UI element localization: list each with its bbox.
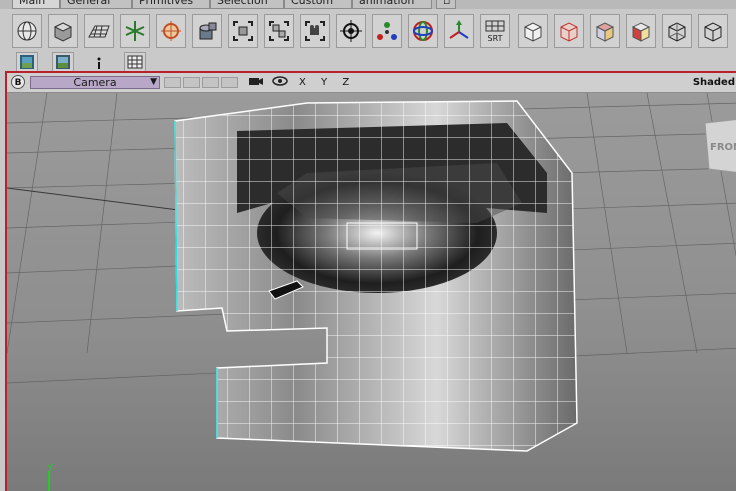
srt-icon[interactable]: SRT: [480, 14, 510, 48]
view-cube-label: FRON: [710, 142, 736, 153]
camera-select[interactable]: Camera ▼: [30, 76, 160, 89]
grid-icon[interactable]: [124, 52, 146, 72]
object-frame-icon[interactable]: [228, 14, 258, 48]
tab-main[interactable]: Main: [12, 0, 60, 9]
scene-render: FRON Y: [7, 93, 736, 491]
axis-y-label: Y: [46, 463, 54, 474]
3d-viewport[interactable]: FRON Y: [7, 93, 736, 491]
mesh-model[interactable]: [174, 100, 578, 452]
main-toolbar: SRT: [0, 9, 736, 50]
scene-icon-2[interactable]: [52, 52, 74, 72]
tab-bar: Main General Primitives Selection Custom…: [0, 0, 736, 9]
secondary-toolbar: [0, 50, 736, 72]
dot-icon[interactable]: [88, 52, 110, 72]
view-slot-1[interactable]: [164, 77, 181, 88]
tab-custom[interactable]: Custom: [284, 0, 352, 9]
joint-star-icon[interactable]: [120, 14, 150, 48]
axis-gizmo-icon[interactable]: [444, 14, 474, 48]
srt-label: SRT: [488, 34, 503, 43]
tab-selection[interactable]: Selection: [210, 0, 284, 9]
box-wire-icon[interactable]: [662, 14, 692, 48]
tab-options-icon[interactable]: ▫: [436, 0, 456, 9]
shading-mode-select[interactable]: Shaded: [693, 75, 735, 90]
camera-icon[interactable]: [247, 75, 265, 90]
scene-icon[interactable]: [16, 52, 38, 72]
box-colored-icon[interactable]: [590, 14, 620, 48]
viewport-menu-button[interactable]: B: [11, 75, 25, 89]
cube-icon[interactable]: [48, 14, 78, 48]
snap-target-icon[interactable]: [336, 14, 366, 48]
box-view-icon[interactable]: [518, 14, 548, 48]
viewport-panel: B Camera ▼ X Y Z Shaded FRO Y: [5, 71, 736, 491]
chevron-down-icon: ▼: [150, 77, 157, 87]
view-slot-4[interactable]: [221, 77, 238, 88]
cylinder-icon[interactable]: [192, 14, 222, 48]
box-outline-icon[interactable]: [698, 14, 728, 48]
target-crosshair-icon[interactable]: [156, 14, 186, 48]
view-slot-3[interactable]: [202, 77, 219, 88]
points-icon[interactable]: [372, 14, 402, 48]
viewport-header: B Camera ▼ X Y Z Shaded: [7, 73, 736, 93]
box-red-icon[interactable]: [554, 14, 584, 48]
camera-select-label: Camera: [73, 76, 117, 89]
view-cube[interactable]: FRON: [704, 119, 736, 173]
camera-frame-icon[interactable]: [300, 14, 330, 48]
tab-primitives[interactable]: Primitives: [132, 0, 210, 9]
box-red-face-icon[interactable]: [626, 14, 656, 48]
plane-grid-icon[interactable]: [84, 14, 114, 48]
sphere-icon[interactable]: [12, 14, 42, 48]
xyz-toggle[interactable]: X Y Z: [299, 75, 355, 90]
tab-animation[interactable]: animation: [352, 0, 432, 9]
tab-general[interactable]: General: [60, 0, 132, 9]
view-slot-2[interactable]: [183, 77, 200, 88]
rotate-gizmo-icon[interactable]: [408, 14, 438, 48]
eye-icon[interactable]: [271, 75, 289, 90]
group-frame-icon[interactable]: [264, 14, 294, 48]
